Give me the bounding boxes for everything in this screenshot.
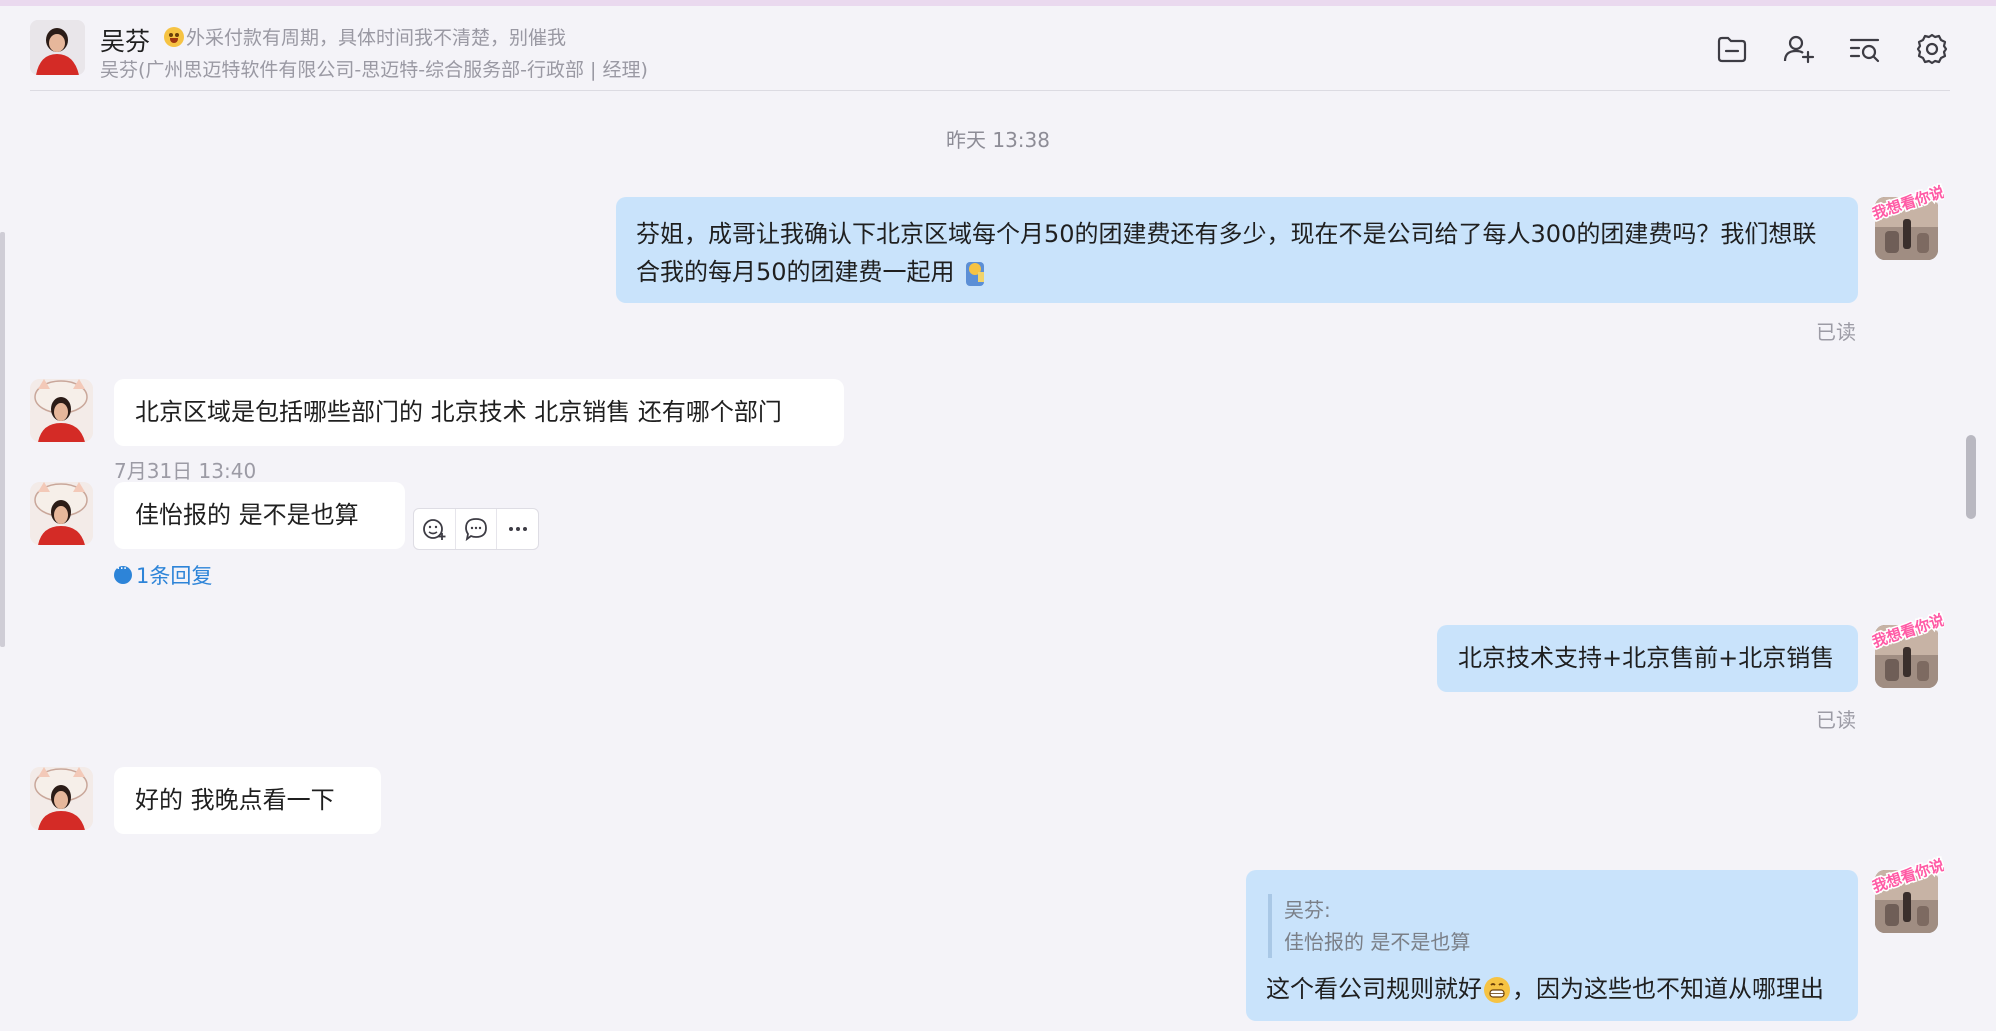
thread-reply-link[interactable]: 1条回复 xyxy=(114,560,212,590)
comment-icon xyxy=(465,518,487,542)
contact-name: 吴芬 xyxy=(100,27,151,56)
avatar-sticker-badge: 我想看你说 xyxy=(1872,610,1944,650)
reply-bubble-icon xyxy=(114,561,132,584)
message-text: 北京技术支持+北京售前+北京销售 xyxy=(1458,644,1835,672)
add-reaction-button[interactable] xyxy=(414,509,456,549)
quote-text: 佳怡报的 是不是也算 xyxy=(1284,930,1471,954)
vertical-scrollbar-thumb[interactable] xyxy=(1966,435,1976,519)
quote-author: 吴芬: xyxy=(1284,898,1331,922)
message-text-line: 芬姐，成哥让我确认下北京区域每个月50的团建费还有多少，现在不是公司给了每人30… xyxy=(636,220,1817,248)
more-actions-button[interactable] xyxy=(497,509,538,549)
sender-avatar[interactable] xyxy=(30,379,93,442)
read-receipt: 已读 xyxy=(1816,708,1856,732)
sender-avatar[interactable] xyxy=(30,482,93,545)
message-action-bar xyxy=(413,508,539,550)
contact-org-info: 吴芬(广州思迈特软件有限公司-思迈特-综合服务部-行政部 | 经理) xyxy=(100,59,648,81)
time-separator: 昨天 13:38 xyxy=(946,128,1050,152)
message-bubble-theirs[interactable]: 好的 我晚点看一下 xyxy=(114,767,381,834)
contact-status-text: 外采付款有周期，具体时间我不清楚，别催我 xyxy=(186,27,567,49)
grinning-emoji-icon xyxy=(1484,977,1510,1003)
message-bubble-mine[interactable]: 北京技术支持+北京售前+北京销售 xyxy=(1437,625,1858,692)
search-history-icon[interactable] xyxy=(1848,32,1882,66)
svg-text:我想看你说: 我想看你说 xyxy=(1872,856,1944,895)
message-bubble-theirs[interactable]: 北京区域是包括哪些部门的 北京技术 北京销售 还有哪个部门 xyxy=(114,379,844,446)
reply-count: 1条回复 xyxy=(136,564,213,588)
svg-text:我想看你说: 我想看你说 xyxy=(1872,183,1944,222)
avatar-sticker-badge: 我想看你说 xyxy=(1872,182,1944,222)
chat-header: 吴芬 外采付款有周期，具体时间我不清楚，别催我 吴芬(广州思迈特软件有限公司-思… xyxy=(30,6,1950,91)
message-text-line: 这个看公司规则就好 ，因为这些也不知道从哪理出 xyxy=(1266,970,1824,1008)
left-resize-handle[interactable] xyxy=(0,232,5,647)
message-text: 佳怡报的 是不是也算 xyxy=(135,501,359,529)
sender-avatar[interactable] xyxy=(30,767,93,830)
message-text: ，因为这些也不知道从哪理出 xyxy=(1512,975,1824,1003)
message-bubble-theirs[interactable]: 佳怡报的 是不是也算 xyxy=(114,482,405,549)
contact-avatar[interactable] xyxy=(30,20,85,75)
more-horizontal-icon xyxy=(508,527,527,531)
add-emoji-icon xyxy=(423,519,446,540)
contact-status: 外采付款有周期，具体时间我不清楚，别催我 xyxy=(164,23,566,50)
message-text: 这个看公司规则就好 xyxy=(1266,975,1482,1003)
folder-icon[interactable] xyxy=(1715,32,1749,66)
gear-icon[interactable] xyxy=(1915,32,1949,66)
avatar-sticker-badge: 我想看你说 xyxy=(1872,855,1944,895)
message-bubble-mine[interactable]: 芬姐，成哥让我确认下北京区域每个月50的团建费还有多少，现在不是公司给了每人30… xyxy=(616,197,1858,303)
surprised-face-icon xyxy=(164,26,184,47)
svg-text:我想看你说: 我想看你说 xyxy=(1872,611,1944,650)
add-user-icon[interactable] xyxy=(1782,32,1816,66)
read-receipt: 已读 xyxy=(1816,320,1856,344)
salute-emoji-icon xyxy=(966,262,985,286)
message-text: 合我的每月50的团建费一起用 xyxy=(636,258,955,286)
message-timestamp: 7月31日 13:40 xyxy=(114,459,257,483)
message-text-line: 合我的每月50的团建费一起用 xyxy=(636,253,1838,291)
reply-button[interactable] xyxy=(456,509,498,549)
quoted-message[interactable]: 吴芬: 佳怡报的 是不是也算 xyxy=(1268,894,1470,958)
message-text: 好的 我晚点看一下 xyxy=(135,786,335,814)
message-text: 北京区域是包括哪些部门的 北京技术 北京销售 还有哪个部门 xyxy=(135,398,782,426)
